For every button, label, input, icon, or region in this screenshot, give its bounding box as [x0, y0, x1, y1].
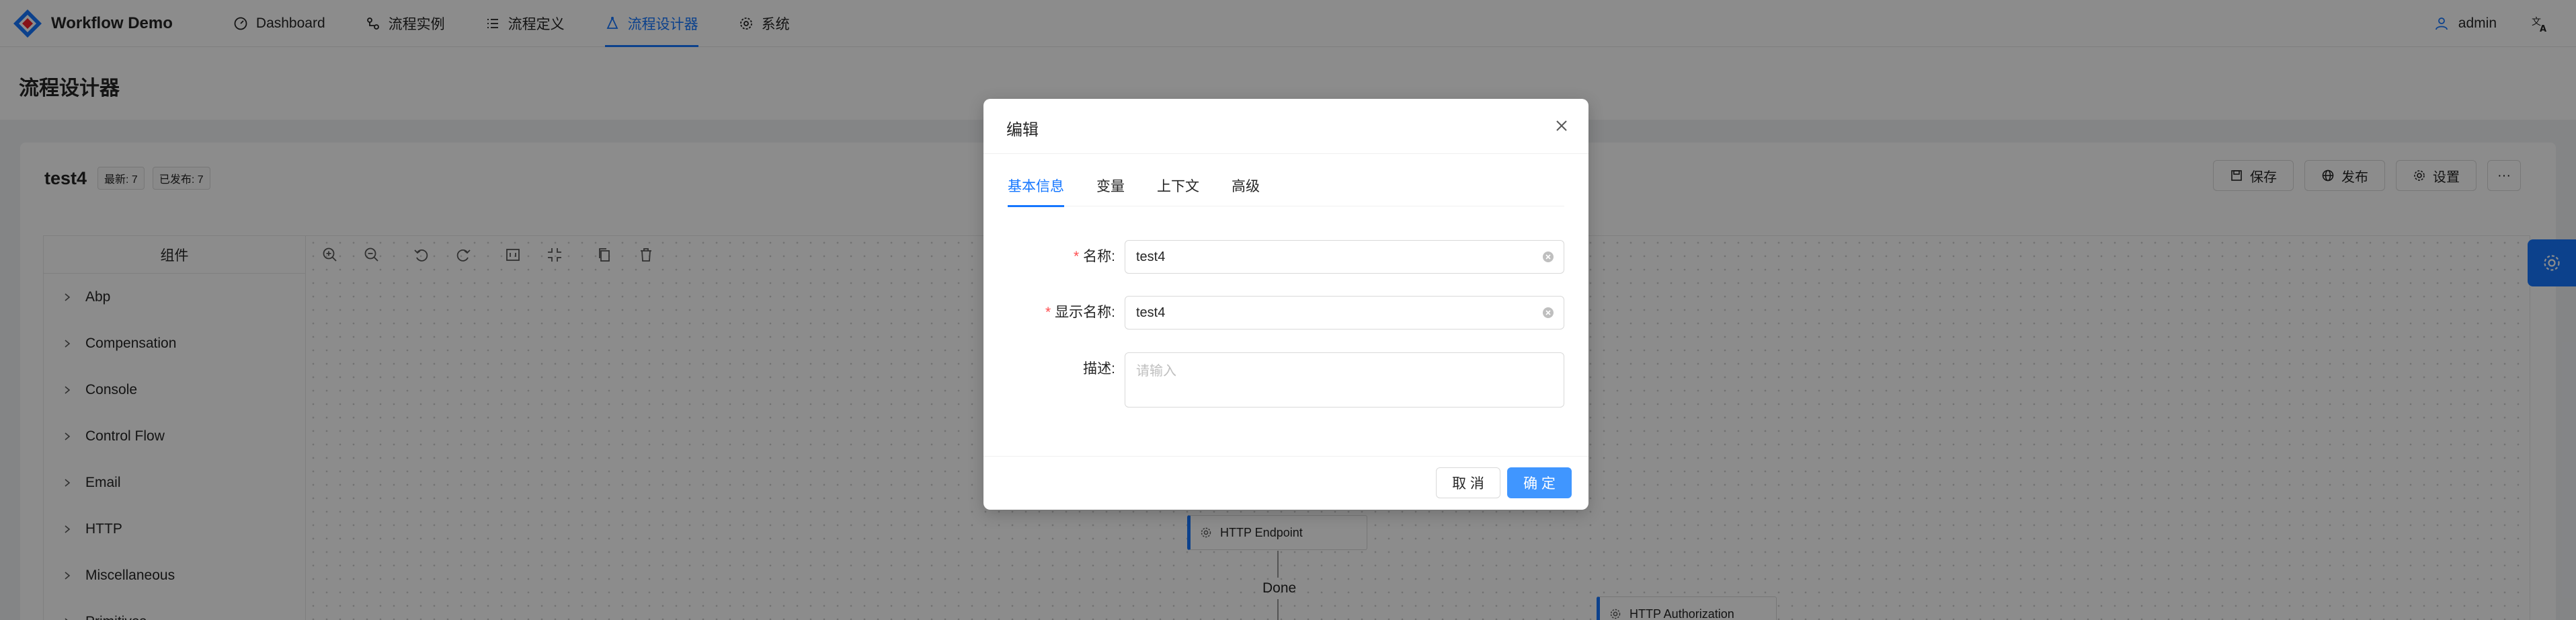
required-mark: *	[1045, 305, 1051, 320]
description-field[interactable]: 请输入	[1125, 352, 1564, 408]
display-name-field-value: test4	[1136, 305, 1166, 320]
dialog-header: 编辑	[983, 99, 1588, 154]
name-field-value: test4	[1136, 249, 1166, 264]
tab-basic-info[interactable]: 基本信息	[1008, 174, 1064, 207]
required-mark: *	[1073, 249, 1080, 264]
form-row-name: * 名称: test4	[983, 240, 1564, 274]
dialog-tabs: 基本信息 变量 上下文 高级	[1008, 174, 1564, 207]
edit-dialog: 编辑 基本信息 变量 上下文 高级 * 名称: test4 * 显示名称: test…	[983, 99, 1588, 510]
clear-icon[interactable]	[1542, 251, 1554, 263]
ok-button[interactable]: 确 定	[1507, 467, 1572, 498]
tab-advanced[interactable]: 高级	[1232, 174, 1260, 206]
close-icon[interactable]	[1552, 116, 1571, 135]
display-name-label: * 显示名称:	[983, 296, 1125, 330]
clear-icon[interactable]	[1542, 307, 1554, 319]
dialog-footer: 取 消 确 定	[983, 456, 1588, 510]
name-label-text: 名称:	[1083, 249, 1115, 264]
form-row-description: 描述: 请输入	[983, 352, 1564, 408]
name-label: * 名称:	[983, 240, 1125, 274]
name-field[interactable]: test4	[1125, 240, 1564, 274]
description-label: 描述:	[1083, 361, 1115, 377]
cancel-button[interactable]: 取 消	[1436, 467, 1500, 498]
form-row-display-name: * 显示名称: test4	[983, 296, 1564, 330]
display-name-field[interactable]: test4	[1125, 296, 1564, 330]
tab-variables[interactable]: 变量	[1096, 174, 1125, 206]
display-name-label-text: 显示名称:	[1055, 305, 1115, 320]
dialog-title: 编辑	[1006, 121, 1039, 139]
tab-context[interactable]: 上下文	[1157, 174, 1199, 206]
